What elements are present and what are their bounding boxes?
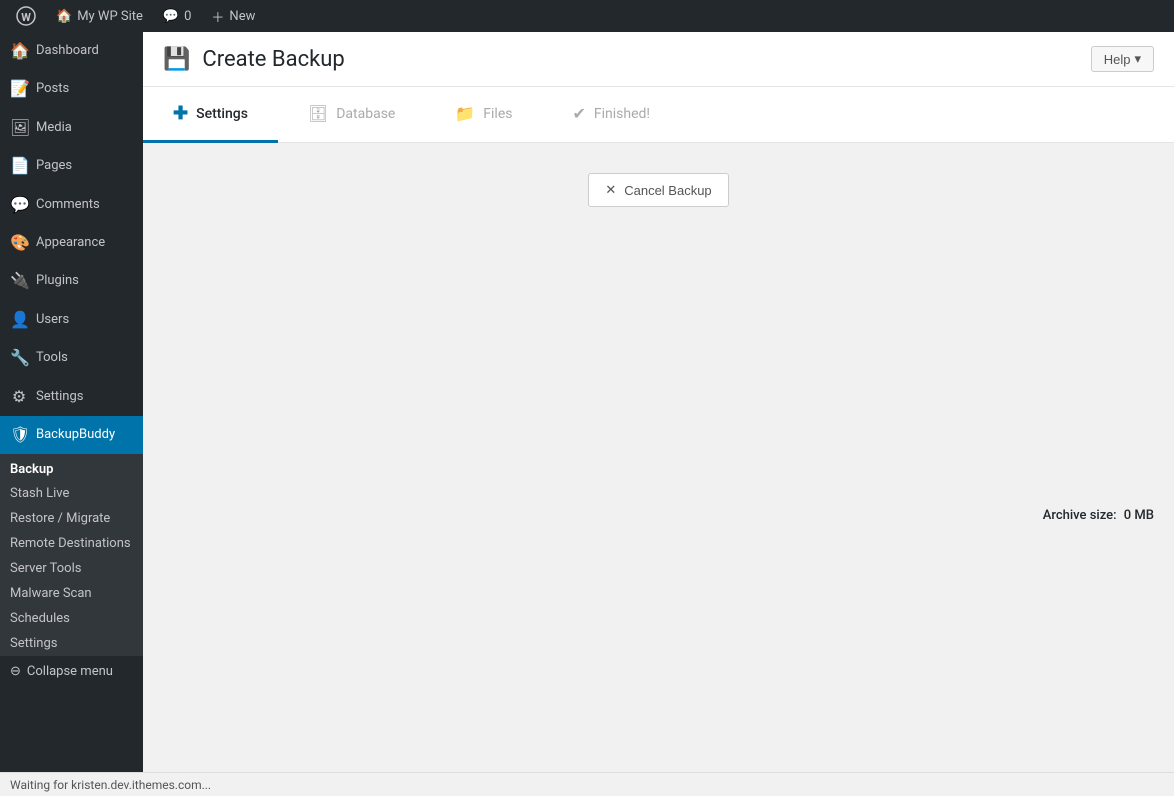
- wp-logo-item[interactable]: W: [8, 0, 44, 32]
- submenu-item-stash-live[interactable]: Stash Live: [0, 481, 143, 506]
- content-body: ✕ Cancel Backup Archive size: 0 MB: [143, 143, 1174, 543]
- backupbuddy-submenu: Backup Stash Live Restore / Migrate Remo…: [0, 454, 143, 656]
- cancel-backup-button[interactable]: ✕ Cancel Backup: [588, 173, 728, 207]
- sidebar-label-appearance: Appearance: [36, 234, 105, 252]
- comments-icon: 💬: [10, 194, 28, 216]
- sidebar-item-backupbuddy[interactable]: 🛡 BackupBuddy: [0, 416, 143, 454]
- sidebar-item-tools[interactable]: 🔧 Tools: [0, 339, 143, 377]
- site-icon: 🏠: [56, 9, 72, 24]
- sidebar-label-posts: Posts: [36, 80, 69, 98]
- sidebar-label-comments: Comments: [36, 196, 100, 214]
- media-icon: 🖼: [10, 117, 28, 139]
- settings-icon: ⚙: [10, 386, 28, 408]
- sidebar-item-dashboard[interactable]: 🏠 Dashboard: [0, 32, 143, 70]
- status-text: Waiting for kristen.dev.ithemes.com...: [10, 778, 211, 792]
- new-label: New: [229, 9, 255, 24]
- sidebar-item-settings[interactable]: ⚙ Settings: [0, 378, 143, 416]
- submenu-item-remote-destinations[interactable]: Remote Destinations: [0, 531, 143, 556]
- tools-icon: 🔧: [10, 347, 28, 369]
- sidebar-item-users[interactable]: 👤 Users: [0, 301, 143, 339]
- comment-icon: 💬: [163, 9, 179, 24]
- tab-settings[interactable]: ✚ Settings: [143, 87, 278, 143]
- collapse-icon: ⊖: [10, 664, 21, 679]
- site-name-label: My WP Site: [77, 9, 143, 24]
- tab-database[interactable]: 🗄 Database: [278, 87, 425, 143]
- sidebar-label-settings: Settings: [36, 388, 83, 406]
- main-layout: 🏠 Dashboard 📝 Posts 🖼 Media 📄 Pages 💬 Co…: [0, 32, 1174, 772]
- sidebar-label-media: Media: [36, 119, 72, 137]
- archive-size-value: 0 MB: [1124, 508, 1154, 523]
- pages-icon: 📄: [10, 155, 28, 177]
- sidebar-item-media[interactable]: 🖼 Media: [0, 109, 143, 147]
- posts-icon: 📝: [10, 78, 28, 100]
- appearance-icon: 🎨: [10, 232, 28, 254]
- collapse-menu-item[interactable]: ⊖ Collapse menu: [0, 656, 143, 687]
- tab-finished[interactable]: ✔ Finished!: [542, 87, 680, 143]
- sidebar-label-tools: Tools: [36, 349, 68, 367]
- cancel-backup-label: Cancel Backup: [624, 183, 711, 198]
- page-header: 💾 Create Backup Help ▾: [143, 32, 1174, 87]
- new-item[interactable]: ＋ New: [203, 0, 263, 32]
- settings-tab-icon: ✚: [173, 103, 188, 124]
- submenu-item-malware-scan[interactable]: Malware Scan: [0, 581, 143, 606]
- cancel-x-icon: ✕: [605, 182, 616, 198]
- help-button[interactable]: Help ▾: [1091, 46, 1154, 72]
- tab-database-label: Database: [336, 106, 395, 122]
- sidebar-label-dashboard: Dashboard: [36, 42, 99, 60]
- sidebar-label-plugins: Plugins: [36, 272, 79, 290]
- content-area: 💾 Create Backup Help ▾ ✚ Settings 🗄 Data…: [143, 32, 1174, 772]
- sidebar-item-comments[interactable]: 💬 Comments: [0, 186, 143, 224]
- submenu-item-settings[interactable]: Settings: [0, 631, 143, 656]
- site-name-item[interactable]: 🏠 My WP Site: [48, 0, 151, 32]
- sidebar-item-plugins[interactable]: 🔌 Plugins: [0, 262, 143, 300]
- users-icon: 👤: [10, 309, 28, 331]
- admin-bar: W 🏠 My WP Site 💬 0 ＋ New: [0, 0, 1174, 32]
- sidebar-item-appearance[interactable]: 🎨 Appearance: [0, 224, 143, 262]
- sidebar-item-pages[interactable]: 📄 Pages: [0, 147, 143, 185]
- finished-tab-icon: ✔: [572, 104, 585, 123]
- submenu-item-restore-migrate[interactable]: Restore / Migrate: [0, 506, 143, 531]
- help-label: Help: [1104, 52, 1131, 67]
- sidebar-label-backupbuddy: BackupBuddy: [36, 426, 115, 444]
- submenu-item-server-tools[interactable]: Server Tools: [0, 556, 143, 581]
- page-title-icon: 💾: [163, 47, 190, 72]
- page-title: Create Backup: [202, 47, 344, 72]
- tabs-bar: ✚ Settings 🗄 Database 📁 Files ✔ Finished…: [143, 87, 1174, 143]
- tab-files-label: Files: [483, 106, 512, 122]
- files-tab-icon: 📁: [455, 104, 475, 123]
- tab-finished-label: Finished!: [594, 106, 650, 122]
- backupbuddy-icon: 🛡: [10, 424, 28, 446]
- collapse-label: Collapse menu: [27, 664, 113, 679]
- comments-count: 0: [184, 9, 191, 24]
- sidebar-label-pages: Pages: [36, 157, 72, 175]
- plugins-icon: 🔌: [10, 270, 28, 292]
- archive-size: Archive size: 0 MB: [1043, 508, 1154, 523]
- sidebar: 🏠 Dashboard 📝 Posts 🖼 Media 📄 Pages 💬 Co…: [0, 32, 143, 772]
- status-bar: Waiting for kristen.dev.ithemes.com...: [0, 772, 1174, 796]
- submenu-item-schedules[interactable]: Schedules: [0, 606, 143, 631]
- sidebar-label-users: Users: [36, 311, 69, 329]
- page-title-wrap: 💾 Create Backup: [163, 47, 345, 72]
- chevron-down-icon: ▾: [1134, 51, 1141, 67]
- submenu-section-backup: Backup: [0, 454, 143, 481]
- tab-settings-label: Settings: [196, 106, 248, 122]
- dashboard-icon: 🏠: [10, 40, 28, 62]
- svg-text:W: W: [21, 11, 31, 24]
- plus-icon: ＋: [211, 7, 224, 26]
- archive-size-label: Archive size:: [1043, 508, 1117, 523]
- sidebar-item-posts[interactable]: 📝 Posts: [0, 70, 143, 108]
- tab-files[interactable]: 📁 Files: [425, 87, 542, 143]
- comments-item[interactable]: 💬 0: [155, 0, 200, 32]
- database-tab-icon: 🗄: [308, 104, 328, 123]
